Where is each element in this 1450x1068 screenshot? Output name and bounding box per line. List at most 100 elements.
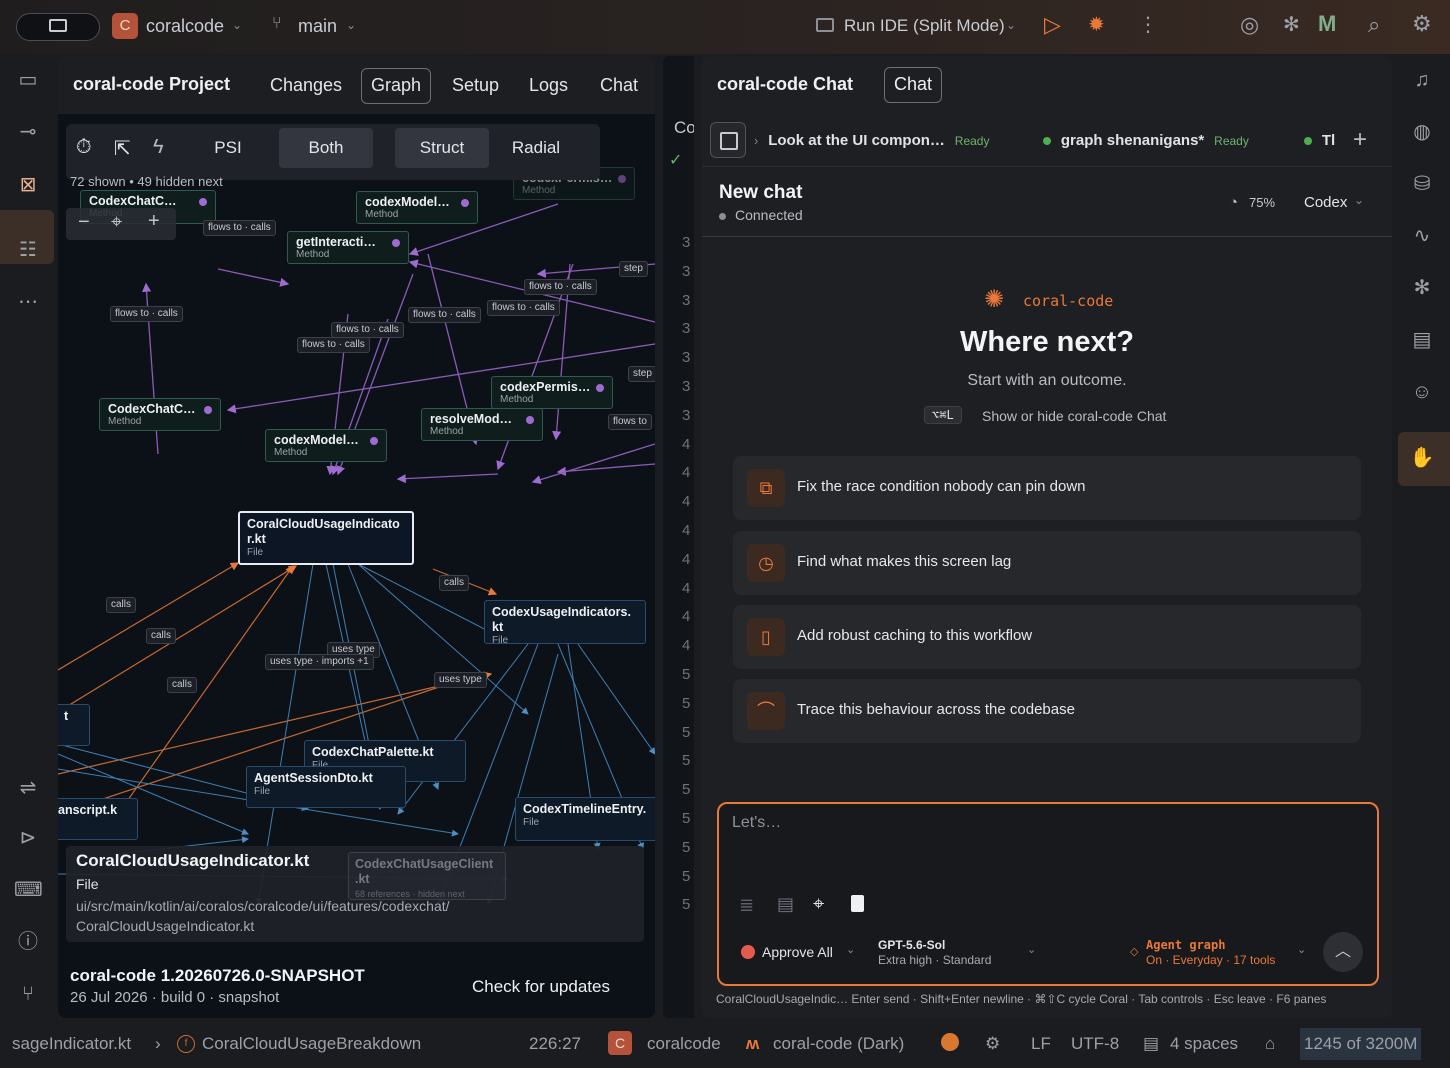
struct-toggle[interactable]: Struct bbox=[395, 128, 489, 168]
check-updates-button[interactable]: Check for updates bbox=[472, 977, 610, 997]
suggestion-card[interactable]: ⧉ Fix the race condition nobody can pin … bbox=[733, 456, 1361, 520]
structure-icon[interactable]: ☷ bbox=[14, 236, 42, 264]
method-dot bbox=[199, 198, 207, 206]
plugin-icon[interactable]: M bbox=[1318, 11, 1336, 37]
tab-chat[interactable]: Chat bbox=[884, 67, 943, 103]
graph-node-method[interactable]: codexPermis…Method bbox=[491, 376, 613, 409]
debug-icon[interactable]: ✹ bbox=[1088, 12, 1105, 37]
both-toggle[interactable]: Both bbox=[279, 128, 373, 168]
suggestion-card[interactable]: ◷ Find what makes this screen lag bbox=[733, 531, 1361, 595]
breadcrumb-symbol[interactable]: CoralCloudUsageBreakdown bbox=[202, 1034, 421, 1054]
line-separator[interactable]: LF bbox=[1031, 1034, 1051, 1054]
send-expand-icon[interactable]: ︿ bbox=[1323, 932, 1363, 972]
tab-logs[interactable]: Logs bbox=[520, 68, 577, 102]
usage-percent[interactable]: 75% bbox=[1249, 195, 1275, 210]
graph-node-method[interactable]: resolveMod… Method bbox=[421, 408, 543, 441]
branch-switcher[interactable]: ⑂ main ⌄ bbox=[272, 15, 364, 39]
clipboard-icon[interactable] bbox=[851, 895, 864, 912]
graph-node-file-selected[interactable]: CoralCloudUsageIndicato r.kt File bbox=[238, 511, 414, 565]
tab-setup[interactable]: Setup bbox=[443, 68, 508, 102]
services-icon[interactable]: ⇌ bbox=[14, 774, 42, 802]
model-name[interactable]: GPT-5.6-Sol bbox=[878, 938, 945, 952]
sidebar-toggle-icon[interactable] bbox=[710, 122, 746, 158]
vcs-status-icon[interactable]: ⚙ bbox=[985, 1034, 1000, 1054]
zoom-in-icon[interactable]: + bbox=[148, 210, 160, 233]
more-options-icon[interactable]: ⋮ bbox=[1138, 12, 1158, 37]
open-external-icon[interactable]: ⇱ bbox=[114, 136, 131, 161]
indent-setting[interactable]: 4 spaces bbox=[1170, 1034, 1238, 1054]
chevron-down-icon[interactable]: ⌄ bbox=[1297, 943, 1306, 956]
suggestion-card[interactable]: ▯ Add robust caching to this workflow bbox=[733, 605, 1361, 669]
window-mode-button[interactable] bbox=[16, 13, 100, 41]
problems-icon[interactable]: ⓘ bbox=[14, 928, 42, 956]
graph-node-method[interactable]: codexModel… Method bbox=[265, 429, 387, 462]
ai-assistant-icon[interactable]: ◎ bbox=[1240, 12, 1259, 38]
psi-toggle[interactable]: PSI bbox=[198, 128, 258, 168]
caret-position[interactable]: 226:27 bbox=[529, 1034, 581, 1054]
tab-changes[interactable]: Changes bbox=[261, 68, 351, 102]
more-tools-icon[interactable]: ⋯ bbox=[14, 288, 42, 316]
status-indicator-icon[interactable] bbox=[941, 1033, 959, 1051]
file-encoding[interactable]: UTF-8 bbox=[1071, 1034, 1119, 1054]
approve-all-select[interactable]: Approve All bbox=[762, 944, 833, 960]
project-folder-icon[interactable]: ▭ bbox=[14, 66, 42, 94]
settings-gear-icon[interactable]: ⚙ bbox=[1412, 11, 1432, 37]
run-config-selector[interactable]: Run IDE (Split Mode) ⌄ bbox=[816, 15, 1021, 39]
tab-graph[interactable]: Graph bbox=[361, 68, 432, 104]
ai-chat-icon[interactable]: ◍ bbox=[1408, 118, 1436, 146]
gradle-icon[interactable]: ∿ bbox=[1408, 222, 1436, 250]
document-icon[interactable]: ▤ bbox=[777, 894, 794, 915]
commit-icon[interactable]: ⊸ bbox=[14, 118, 42, 146]
new-session-plus-icon[interactable]: + bbox=[1353, 126, 1367, 154]
session-status: Ready bbox=[954, 134, 990, 148]
session-tab[interactable]: graph shenanigans* Ready bbox=[1043, 132, 1249, 149]
coral-icon[interactable]: ✻ bbox=[1283, 12, 1300, 37]
message-input[interactable]: Let's… bbox=[732, 814, 1362, 884]
lightning-icon[interactable]: ϟ bbox=[153, 136, 164, 159]
run-tool-icon[interactable]: ⊳ bbox=[14, 824, 42, 852]
graph-node-method[interactable]: codexModel… Method bbox=[356, 191, 478, 224]
recenter-icon[interactable]: ⌖ bbox=[111, 211, 122, 234]
graph-node-file[interactable]: t bbox=[58, 704, 90, 746]
memory-indicator[interactable]: 1245 of 3200M bbox=[1300, 1028, 1422, 1060]
coral-project-icon[interactable]: ⊠ bbox=[14, 171, 42, 199]
tab-chat[interactable]: Chat bbox=[591, 68, 647, 102]
session-tab[interactable]: › Look at the UI compon… Ready bbox=[754, 132, 989, 149]
suggestion-card[interactable]: ⌒ Trace this behaviour across the codeba… bbox=[733, 679, 1361, 743]
project-name[interactable]: coralcode bbox=[647, 1034, 721, 1054]
chevron-down-icon[interactable]: ⌄ bbox=[846, 943, 855, 956]
line-number: 5 bbox=[682, 723, 691, 741]
git-icon[interactable]: ⑂ bbox=[14, 980, 42, 1008]
lock-icon[interactable]: ⌂ bbox=[1265, 1034, 1275, 1054]
search-icon[interactable]: ⌕ bbox=[1368, 12, 1380, 38]
coral-tool-icon[interactable]: ✻ bbox=[1408, 274, 1436, 302]
run-icon[interactable]: ▷ bbox=[1044, 12, 1061, 38]
hidden-node-preview[interactable]: CodexChatUsageClient .kt 68 references ·… bbox=[348, 852, 506, 900]
coral-chat-icon[interactable]: ✋ bbox=[1408, 444, 1436, 472]
editor-tab-label[interactable]: Co bbox=[674, 118, 694, 138]
chevron-down-icon[interactable]: ⌄ bbox=[1027, 943, 1036, 956]
document-viewer-icon[interactable]: ▤ bbox=[1408, 326, 1436, 354]
database-icon[interactable]: ⛁ bbox=[1408, 170, 1436, 198]
graph-node-file[interactable]: anscript.k bbox=[58, 798, 138, 840]
theme-name[interactable]: coral-code (Dark) bbox=[773, 1034, 904, 1054]
text-format-icon[interactable]: ≣ bbox=[739, 895, 754, 916]
graph-node-file[interactable]: AgentSessionDto.kt File bbox=[246, 766, 406, 808]
copilot-icon[interactable]: ☺ bbox=[1408, 378, 1436, 406]
radial-toggle[interactable]: Radial bbox=[494, 128, 578, 168]
agent-mode[interactable]: Agent graph bbox=[1146, 938, 1225, 952]
breadcrumb-file[interactable]: sageIndicator.kt bbox=[12, 1034, 131, 1054]
terminal-icon[interactable]: ⌨ bbox=[14, 876, 43, 904]
folder-icon bbox=[816, 18, 834, 32]
graph-node-method[interactable]: CodexChatC…Method bbox=[99, 398, 221, 431]
target-icon[interactable]: ⌖ bbox=[813, 893, 824, 916]
chevron-down-icon[interactable]: ⌄ bbox=[1354, 193, 1364, 207]
notifications-bell-icon[interactable]: ♫ bbox=[1408, 66, 1436, 94]
graph-node-method[interactable]: getInteracti… Method bbox=[287, 231, 409, 264]
timer-icon[interactable]: ⏱ bbox=[76, 136, 92, 159]
model-select[interactable]: Codex bbox=[1304, 194, 1347, 211]
graph-node-file[interactable]: CodexUsageIndicators. kt File bbox=[484, 600, 646, 644]
session-tab[interactable]: Tl bbox=[1304, 132, 1335, 149]
zoom-out-icon[interactable]: − bbox=[78, 211, 90, 234]
graph-node-file[interactable]: CodexTimelineEntry. File bbox=[515, 797, 655, 841]
